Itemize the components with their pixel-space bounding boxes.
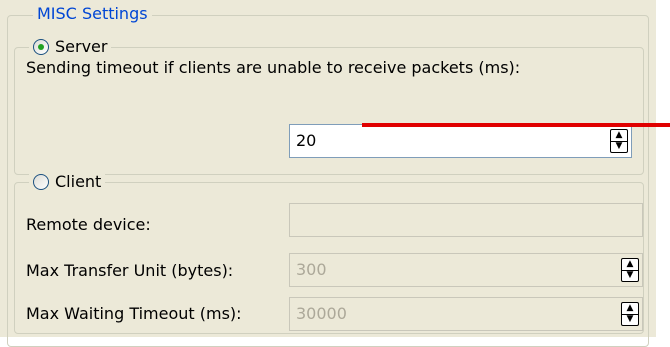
server-timeout-spinner[interactable]: ▲ ▼	[610, 129, 628, 153]
mtu-label: Max Transfer Unit (bytes):	[26, 261, 234, 280]
max-wait-value: 30000	[296, 304, 347, 323]
server-radio-button[interactable]	[33, 39, 49, 55]
server-radio-option[interactable]: Server	[29, 37, 112, 57]
server-timeout-input[interactable]: 20 ▲ ▼	[289, 124, 632, 158]
server-timeout-description: Sending timeout if clients are unable to…	[26, 58, 521, 77]
spin-down-icon[interactable]: ▼	[611, 140, 627, 153]
mtu-value: 300	[296, 260, 327, 279]
misc-settings-title: MISC Settings	[33, 4, 152, 24]
client-radio-label: Client	[55, 172, 102, 191]
server-timeout-value: 20	[296, 131, 317, 150]
misc-settings-group: MISC Settings Server Sending timeout if …	[7, 4, 649, 347]
client-group: Client Remote device: Max Transfer Unit …	[14, 172, 644, 334]
remote-device-label: Remote device:	[26, 215, 151, 234]
remote-device-input[interactable]	[289, 203, 643, 237]
client-radio-button[interactable]	[33, 174, 49, 190]
spin-up-icon[interactable]: ▲	[611, 130, 627, 141]
max-wait-spinner[interactable]: ▲ ▼	[621, 302, 639, 326]
spin-down-icon[interactable]: ▼	[622, 269, 638, 282]
client-radio-option[interactable]: Client	[29, 172, 106, 192]
server-radio-label: Server	[55, 37, 108, 56]
server-group: Server Sending timeout if clients are un…	[14, 37, 644, 175]
annotation-red-line	[362, 123, 670, 127]
spin-up-icon[interactable]: ▲	[622, 303, 638, 314]
mtu-spinner[interactable]: ▲ ▼	[621, 258, 639, 282]
mtu-input[interactable]: 300 ▲ ▼	[289, 253, 643, 287]
spin-down-icon[interactable]: ▼	[622, 313, 638, 326]
max-wait-label: Max Waiting Timeout (ms):	[26, 304, 242, 323]
settings-panel: MISC Settings Server Sending timeout if …	[0, 0, 656, 347]
spin-up-icon[interactable]: ▲	[622, 259, 638, 270]
max-wait-input[interactable]: 30000 ▲ ▼	[289, 297, 643, 331]
